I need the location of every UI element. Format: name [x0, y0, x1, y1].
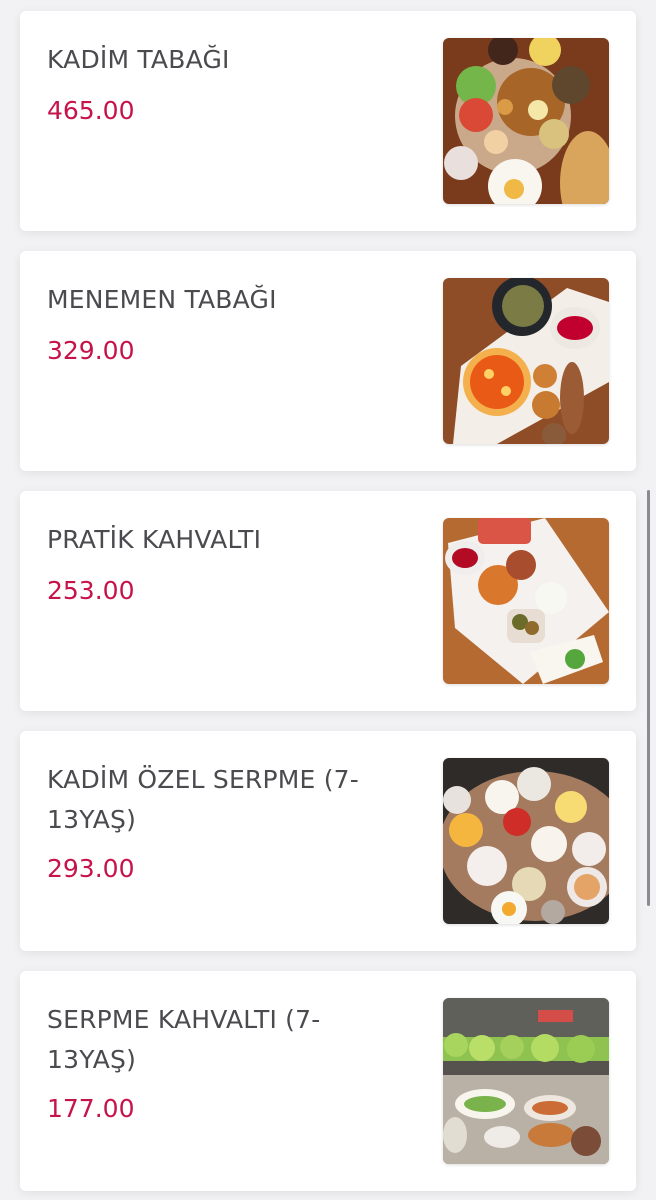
spread-breakfast-image [443, 758, 609, 924]
menu-item-title: KADİM TABAĞI [47, 45, 230, 74]
menu-item-photo[interactable] [443, 38, 609, 204]
menu-item-price: 465.00 [47, 96, 135, 125]
restaurant-breakfast-image [443, 998, 609, 1164]
menu-item-photo[interactable] [443, 758, 609, 924]
vertical-scrollbar[interactable] [647, 490, 650, 906]
menu-item-title: PRATİK KAHVALTI [47, 525, 262, 554]
menu-item-card[interactable]: SERPME KAHVALTI (7-13YAŞ) 177.00 [20, 971, 636, 1191]
menu-item-photo[interactable] [443, 518, 609, 684]
breakfast-plate-image [443, 38, 609, 204]
menu-item-card[interactable]: PRATİK KAHVALTI 253.00 [20, 491, 636, 711]
menu-item-price: 177.00 [47, 1094, 135, 1123]
menu-item-card[interactable]: KADİM TABAĞI 465.00 [20, 11, 636, 231]
menu-item-photo[interactable] [443, 998, 609, 1164]
menu-item-price: 293.00 [47, 854, 135, 883]
menu-item-card[interactable]: MENEMEN TABAĞI 329.00 [20, 251, 636, 471]
menu-item-card[interactable]: KADİM ÖZEL SERPME (7-13YAŞ) 293.00 [20, 731, 636, 951]
menu-item-list: KADİM TABAĞI 465.00 MENEMEN TABAĞI 329.0… [0, 0, 656, 1200]
menemen-plate-image [443, 278, 609, 444]
menu-item-title: MENEMEN TABAĞI [47, 285, 277, 314]
menu-item-title: KADİM ÖZEL SERPME (7-13YAŞ) [47, 765, 359, 834]
menu-item-photo[interactable] [443, 278, 609, 444]
menu-item-price: 253.00 [47, 576, 135, 605]
menu-item-price: 329.00 [47, 336, 135, 365]
menu-screen: KADİM TABAĞI 465.00 MENEMEN TABAĞI 329.0… [0, 0, 656, 1200]
simple-breakfast-image [443, 518, 609, 684]
menu-item-title: SERPME KAHVALTI (7-13YAŞ) [47, 1005, 321, 1074]
